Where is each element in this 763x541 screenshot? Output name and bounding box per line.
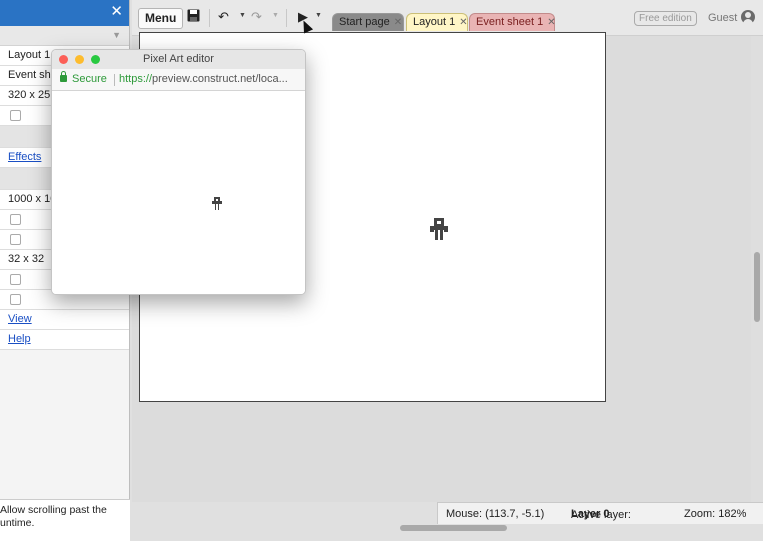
- active-layer: Active layer: Layer 0: [571, 504, 631, 524]
- lock-icon: [60, 71, 67, 82]
- property-checkbox[interactable]: [10, 234, 21, 245]
- property-value[interactable]: 32 x 32: [8, 253, 44, 265]
- mouse-position: Mouse: (113.7, -5.1): [446, 508, 545, 520]
- property-checkbox[interactable]: [10, 274, 21, 285]
- description-line: Allow scrolling past the: [0, 504, 107, 516]
- vertical-scroll-thumb[interactable]: [754, 252, 760, 322]
- properties-filter-bar[interactable]: ▼: [0, 26, 129, 46]
- tab-label: Start page: [339, 16, 390, 28]
- horizontal-scroll-thumb[interactable]: [400, 525, 507, 531]
- properties-titlebar: ✕: [0, 0, 129, 26]
- zoom-level: Zoom: 182%: [684, 508, 747, 520]
- property-link-row[interactable]: Help: [0, 330, 129, 350]
- property-checkbox[interactable]: [10, 110, 21, 121]
- property-description: Allow scrolling past the untime.: [0, 499, 130, 541]
- maximize-window-button[interactable]: [91, 55, 100, 64]
- address-divider: [114, 74, 115, 86]
- preview-titlebar[interactable]: Pixel Art editor: [52, 50, 305, 69]
- property-link[interactable]: View: [8, 313, 32, 325]
- url-path: /loca...: [255, 73, 288, 85]
- preview-viewport[interactable]: [52, 91, 305, 294]
- preview-window[interactable]: Pixel Art editor Secure https://preview.…: [51, 49, 306, 295]
- redo-icon[interactable]: ↷: [251, 9, 262, 25]
- main-toolbar: Menu ↶ ▼ ↷ ▼ ▶ ▼ Start page ✕ Layout 1 ✕ E…: [132, 0, 763, 36]
- player-sprite-preview: [212, 197, 222, 210]
- active-layer-label: Active layer:: [571, 509, 631, 521]
- close-window-button[interactable]: [59, 55, 68, 64]
- tab-event-sheet-1[interactable]: Event sheet 1 ✕: [469, 13, 556, 31]
- guest-label[interactable]: Guest: [708, 12, 737, 24]
- tab-start-page[interactable]: Start page ✕: [332, 13, 404, 31]
- description-line: untime.: [0, 517, 35, 529]
- close-icon[interactable]: ✕: [394, 17, 402, 28]
- property-link[interactable]: Effects: [8, 151, 41, 163]
- property-link-row[interactable]: View: [0, 310, 129, 330]
- construct-editor: ✕ ▼ Layout 1 Event sh 320 x 25 Effects 1000 …: [0, 0, 763, 541]
- tab-layout-1[interactable]: Layout 1 ✕: [406, 13, 468, 31]
- tab-label: Event sheet 1: [476, 16, 544, 28]
- account-icon[interactable]: [741, 10, 755, 24]
- property-value[interactable]: Layout 1: [8, 49, 50, 61]
- close-icon[interactable]: ✕: [459, 17, 467, 28]
- play-dropdown-icon[interactable]: ▼: [315, 12, 322, 19]
- address-bar[interactable]: Secure https://preview.construct.net/loc…: [52, 69, 305, 91]
- player-sprite[interactable]: [430, 218, 448, 242]
- menu-button[interactable]: Menu: [138, 8, 184, 29]
- undo-dropdown-icon[interactable]: ▼: [239, 12, 246, 19]
- url-scheme: https://: [119, 73, 153, 85]
- free-edition-badge[interactable]: Free edition: [634, 11, 697, 26]
- url-host: preview.construct.net: [152, 73, 256, 85]
- property-value[interactable]: 320 x 25: [8, 89, 50, 101]
- tab-label: Layout 1: [413, 16, 456, 28]
- chevron-down-icon[interactable]: ▼: [112, 30, 121, 40]
- redo-dropdown-icon[interactable]: ▼: [272, 12, 279, 19]
- secure-label: Secure: [72, 73, 107, 85]
- status-bar: Mouse: (113.7, -5.1) Active layer: Layer…: [437, 502, 763, 524]
- url-text[interactable]: https://preview.construct.net/loca...: [119, 69, 288, 90]
- toolbar-separator: [209, 9, 210, 27]
- preview-title: Pixel Art editor: [143, 53, 214, 65]
- property-checkbox[interactable]: [10, 294, 21, 305]
- save-icon[interactable]: [187, 9, 200, 26]
- vertical-scrollbar[interactable]: [751, 36, 763, 502]
- property-value[interactable]: Event sh: [8, 69, 51, 81]
- toolbar-separator: [286, 9, 287, 27]
- close-icon[interactable]: ✕: [547, 17, 555, 28]
- property-checkbox[interactable]: [10, 214, 21, 225]
- property-value[interactable]: 1000 x 10: [8, 193, 56, 205]
- minimize-window-button[interactable]: [75, 55, 84, 64]
- close-icon[interactable]: ✕: [110, 4, 123, 20]
- property-link[interactable]: Help: [8, 333, 31, 345]
- undo-icon[interactable]: ↶: [218, 9, 229, 25]
